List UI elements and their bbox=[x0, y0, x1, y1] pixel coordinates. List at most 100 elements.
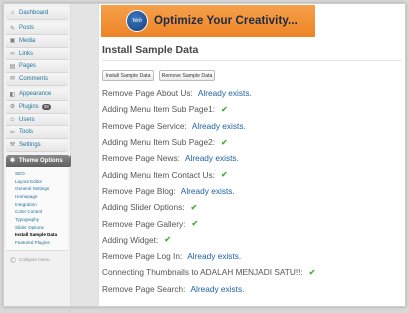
sidebar-item-label: Dashboard bbox=[19, 9, 49, 16]
admin-window: ⌂ Dashboard ✎ Posts ▣ Media ∞ Links ▤ Pages ✉ Comme… bbox=[3, 3, 406, 307]
log-message: Remove Page About Us: bbox=[102, 88, 193, 99]
sidebar-item-label: Comments bbox=[19, 75, 49, 82]
checkmark-icon: ✔ bbox=[190, 202, 198, 212]
sidebar-item-posts[interactable]: ✎ Posts bbox=[6, 22, 68, 36]
submenu-item-color-control[interactable]: Color Control bbox=[15, 208, 68, 216]
log-status: Already exists. bbox=[190, 283, 245, 294]
banner-tagline: Optimize Your Creativity... bbox=[154, 15, 298, 27]
log-message: Remove Page Search: bbox=[102, 283, 186, 294]
log-row: Connecting Thumbnails to ADALAH MENJADI … bbox=[102, 264, 402, 280]
sidebar-item-users[interactable]: ☺ Users bbox=[6, 113, 68, 127]
log-message: Remove Page News: bbox=[102, 153, 180, 164]
title-divider bbox=[102, 60, 402, 61]
sidebar-item-settings[interactable]: ⚒ Settings bbox=[6, 138, 68, 152]
install-log: Remove Page About Us: Already exists. Addi… bbox=[102, 85, 402, 297]
links-icon: ∞ bbox=[10, 50, 15, 57]
log-row: Remove Page Search: Already exists. bbox=[102, 281, 402, 297]
sidebar-item-label: Appearance bbox=[19, 91, 52, 98]
checkmark-icon: ✔ bbox=[221, 137, 228, 147]
submenu-item-general-settings[interactable]: General Settings bbox=[15, 185, 68, 193]
sidebar-item-links[interactable]: ∞ Links bbox=[6, 47, 68, 61]
checkmark-icon: ✔ bbox=[191, 219, 199, 229]
submenu-item-homepage[interactable]: Homepage bbox=[15, 193, 68, 201]
admin-sidebar: ⌂ Dashboard ✎ Posts ▣ Media ∞ Links ▤ Pages ✉ Comme… bbox=[4, 4, 75, 306]
submenu-item-typography[interactable]: Typography bbox=[15, 216, 68, 224]
log-row: Remove Page About Us: Already exists. bbox=[102, 85, 402, 101]
submenu-item-seo[interactable]: SEO bbox=[15, 170, 68, 178]
tools-icon: ✂ bbox=[9, 129, 16, 136]
log-row: Remove Page Log In: Already exists. bbox=[102, 248, 402, 264]
submenu-item-install-sample-data[interactable]: Install Sample Data bbox=[15, 231, 68, 239]
sidebar-item-media[interactable]: ▣ Media bbox=[6, 35, 68, 48]
posts-icon: ✎ bbox=[9, 25, 16, 32]
pages-icon: ▤ bbox=[9, 63, 16, 70]
checkmark-icon: ✔ bbox=[308, 267, 316, 277]
comments-icon: ✉ bbox=[9, 76, 16, 83]
sidebar-item-label: Pages bbox=[19, 63, 37, 70]
install-sample-data-button[interactable]: Install Sample Data bbox=[102, 70, 154, 81]
log-row: Remove Page Gallery: ✔ bbox=[102, 215, 402, 231]
remove-sample-data-button[interactable]: Remove Sample Data bbox=[159, 70, 215, 81]
log-message: Adding Slider Options: bbox=[102, 202, 185, 213]
log-message: Adding Menu Item Contact Us: bbox=[102, 169, 215, 180]
users-icon: ☺ bbox=[9, 116, 16, 123]
log-message: Connecting Thumbnails to ADALAH MENJADI … bbox=[102, 267, 303, 278]
log-row: Adding Menu Item Sub Page2: ✔ bbox=[102, 134, 402, 150]
main-area: Web Optimize Your Creativity... Install … bbox=[71, 4, 405, 306]
screenshot-frame: ⌂ Dashboard ✎ Posts ▣ Media ∞ Links ▤ Pages ✉ Comme… bbox=[0, 0, 409, 313]
log-row: Remove Page Blog: Already exists. bbox=[102, 183, 402, 199]
settings-icon: ⚒ bbox=[9, 142, 16, 149]
theme-options-submenu: SEO Layout Editor General Settings Homepage… bbox=[6, 167, 68, 251]
theme-banner: Web Optimize Your Creativity... bbox=[101, 5, 315, 37]
media-icon: ▣ bbox=[9, 38, 16, 45]
log-row: Adding Menu Item Contact Us: ✔ bbox=[102, 166, 402, 182]
sidebar-item-theme-options[interactable]: ✱ Theme Options bbox=[6, 154, 75, 168]
checkmark-icon: ✔ bbox=[220, 170, 228, 180]
plugins-icon: ⚙ bbox=[9, 104, 16, 111]
log-status: Already exists. bbox=[187, 251, 242, 262]
sidebar-item-pages[interactable]: ▤ Pages bbox=[6, 60, 68, 73]
log-row: Adding Menu Item Sub Page1: ✔ bbox=[102, 101, 402, 117]
page-title: Install Sample Data bbox=[102, 44, 199, 56]
collapse-menu-button[interactable]: ◀ Collapse menu bbox=[10, 256, 70, 263]
sidebar-item-label: Posts bbox=[19, 25, 35, 32]
submenu-item-integration[interactable]: Integration bbox=[15, 201, 68, 209]
log-status: Already exists. bbox=[197, 88, 252, 99]
sidebar-item-label: Links bbox=[19, 50, 34, 57]
sidebar-item-appearance[interactable]: ◧ Appearance bbox=[6, 88, 68, 102]
sidebar-item-comments[interactable]: ✉ Comments bbox=[6, 72, 68, 86]
theme-options-icon: ✱ bbox=[9, 158, 16, 165]
sidebar-item-label: Media bbox=[19, 37, 36, 44]
log-row: Adding Slider Options: ✔ bbox=[102, 199, 402, 215]
submenu-item-featured-plugins[interactable]: Featured Plugins bbox=[15, 239, 68, 247]
collapse-menu-label: Collapse menu bbox=[19, 257, 50, 263]
sidebar-item-label: Users bbox=[19, 116, 35, 123]
log-message: Remove Page Service: bbox=[102, 120, 187, 131]
theme-logo: Web bbox=[126, 10, 148, 32]
log-message: Adding Menu Item Sub Page2: bbox=[102, 137, 216, 148]
checkmark-icon: ✔ bbox=[221, 104, 228, 114]
sidebar-item-plugins[interactable]: ⚙ Plugins 28 bbox=[6, 101, 68, 114]
sidebar-item-label: Settings bbox=[19, 141, 41, 148]
log-status: Already exists. bbox=[191, 120, 246, 131]
checkmark-icon: ✔ bbox=[164, 235, 171, 245]
log-message: Remove Page Log In: bbox=[102, 251, 183, 262]
log-status: Already exists. bbox=[180, 185, 235, 196]
dashboard-icon: ⌂ bbox=[10, 9, 15, 16]
collapse-arrow-icon: ◀ bbox=[10, 256, 16, 263]
sidebar-item-dashboard[interactable]: ⌂ Dashboard bbox=[6, 7, 68, 20]
log-row: Remove Page Service: Already exists. bbox=[102, 118, 402, 134]
submenu-item-layout-editor[interactable]: Layout Editor bbox=[15, 178, 68, 186]
log-message: Adding Widget: bbox=[102, 234, 159, 245]
log-row: Remove Page News: Already exists. bbox=[102, 150, 402, 166]
submenu-item-slider-options[interactable]: Slider Options bbox=[15, 224, 68, 232]
content-panel: Web Optimize Your Creativity... Install … bbox=[98, 4, 405, 306]
sidebar-item-label: Theme Options bbox=[19, 157, 63, 164]
log-message: Remove Page Blog: bbox=[102, 185, 176, 196]
sidebar-item-label: Plugins bbox=[19, 103, 39, 110]
log-row: Adding Widget: ✔ bbox=[102, 232, 402, 248]
log-status: Already exists. bbox=[184, 153, 239, 164]
log-message: Adding Menu Item Sub Page1: bbox=[102, 104, 216, 115]
sidebar-item-label: Tools bbox=[19, 129, 34, 136]
sidebar-item-tools[interactable]: ✂ Tools bbox=[6, 126, 68, 139]
